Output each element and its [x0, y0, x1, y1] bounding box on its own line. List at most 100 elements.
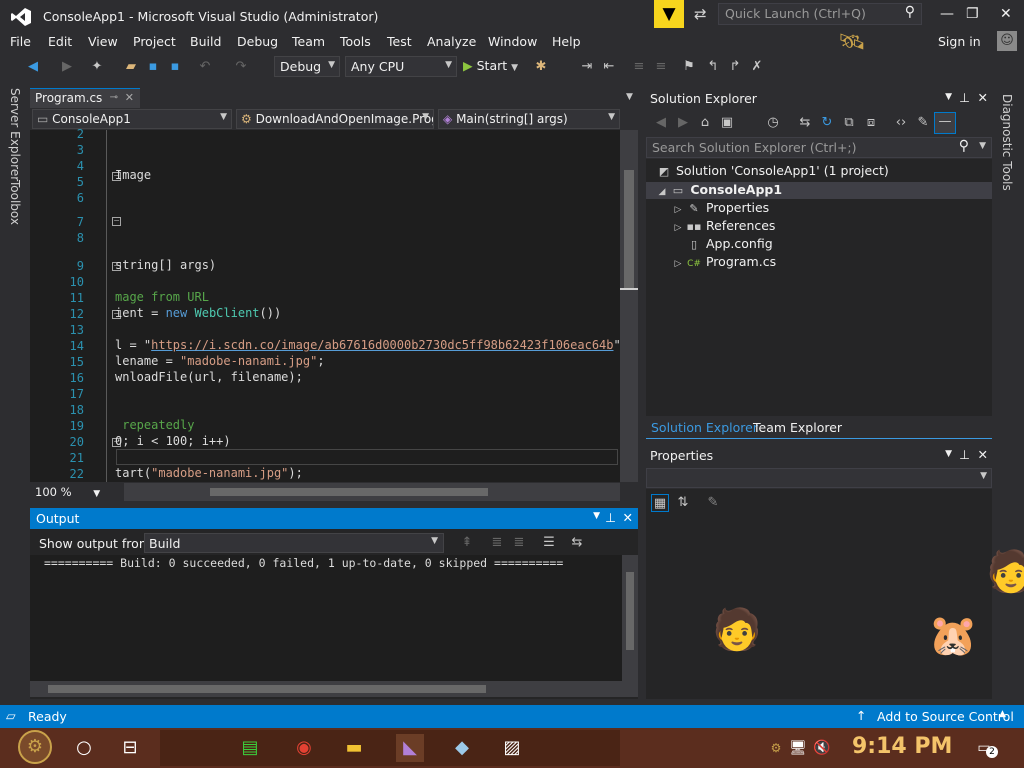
pin-icon[interactable]: ⊥	[605, 510, 616, 525]
output-source-select[interactable]: Build ▼	[144, 533, 444, 553]
pending-changes-icon[interactable]: ◷	[764, 114, 782, 132]
show-all-files-icon[interactable]: ⧈	[862, 114, 880, 132]
menu-window[interactable]: Window	[488, 34, 537, 49]
next-bookmark-icon[interactable]: ↱	[726, 58, 744, 76]
pin-icon[interactable]: ⊸	[110, 92, 118, 103]
project-nav-select[interactable]: ▭ ConsoleApp1 ▼	[32, 109, 232, 129]
menu-build[interactable]: Build	[190, 34, 221, 49]
menu-analyze[interactable]: Analyze	[427, 34, 476, 49]
output-hscroll-thumb[interactable]	[48, 685, 486, 693]
menu-team[interactable]: Team	[292, 34, 325, 49]
solution-platform-select[interactable]: Any CPU ▼	[345, 56, 457, 77]
sync-icon[interactable]: ⇆	[796, 114, 814, 132]
solution-configuration-select[interactable]: Debug ▼	[274, 56, 340, 77]
close-icon[interactable]: ✕	[978, 90, 988, 105]
collapse-all-icon[interactable]: ⧉	[840, 114, 858, 132]
uncomment-icon[interactable]: ≡	[652, 58, 670, 76]
property-pages-icon[interactable]: ✎	[704, 494, 722, 512]
code-url-link[interactable]: https://i.scdn.co/image/ab67616d0000b273…	[151, 338, 613, 352]
visual-studio-taskbar-icon[interactable]: ◣	[396, 734, 424, 762]
menu-project[interactable]: Project	[133, 34, 176, 49]
chevron-down-icon[interactable]: ▼	[593, 511, 600, 521]
zoom-level-select[interactable]: 100 % ▼	[30, 483, 122, 501]
close-button[interactable]: ✕	[1000, 6, 1012, 22]
refresh-icon[interactable]: ↻	[818, 114, 836, 132]
find-message-icon[interactable]: ⇞	[458, 534, 476, 552]
menu-debug[interactable]: Debug	[237, 34, 278, 49]
photos-icon[interactable]: ▨	[498, 734, 526, 762]
tree-solution[interactable]: ◩ Solution 'ConsoleApp1' (1 project)	[656, 163, 889, 178]
clock-time[interactable]: 9:14 PM	[852, 734, 952, 759]
feedback-icon[interactable]: ⇄	[694, 5, 707, 23]
tree-item-references[interactable]: ▷ ▪▪ References	[670, 218, 776, 233]
minimize-button[interactable]: —	[940, 6, 954, 22]
editor-scroll-thumb[interactable]	[624, 170, 634, 290]
member-nav-select[interactable]: ◈ Main(string[] args) ▼	[438, 109, 620, 129]
new-project-icon[interactable]: ✦	[88, 58, 106, 76]
save-icon[interactable]: ▪	[144, 58, 162, 76]
prev-message-icon[interactable]: ≣	[488, 534, 506, 552]
home-icon[interactable]: ⌂	[696, 114, 714, 132]
start-button[interactable]: ▶ Start ▼	[463, 58, 518, 73]
comment-icon[interactable]: ≡	[630, 58, 648, 76]
volume-muted-icon[interactable]: 🔇	[808, 734, 836, 762]
output-text-area[interactable]	[30, 555, 622, 681]
sketchup-icon[interactable]: ◆	[448, 734, 476, 762]
add-to-source-control[interactable]: Add to Source Control	[877, 709, 1014, 724]
application-insights-icon[interactable]: ✱	[532, 58, 550, 76]
pin-icon[interactable]: ⊥	[959, 447, 970, 462]
start-icon[interactable]: ⚙	[18, 730, 52, 764]
step-over-icon[interactable]: ⇥	[578, 58, 596, 76]
search-circle-icon[interactable]: ○	[70, 734, 98, 762]
save-all-icon[interactable]: ▪	[166, 58, 184, 76]
task-view-icon[interactable]: ⊟	[116, 734, 144, 762]
tree-item-app-config[interactable]: ▯ App.config	[686, 236, 773, 251]
tree-item-program-cs[interactable]: ▷ C# Program.cs	[670, 254, 777, 269]
notes-app-icon[interactable]: ▤	[236, 734, 264, 762]
close-icon[interactable]: ✕	[978, 447, 988, 462]
menu-help[interactable]: Help	[552, 34, 581, 49]
prev-bookmark-icon[interactable]: ↰	[704, 58, 722, 76]
chrome-icon[interactable]: ◉	[290, 734, 318, 762]
close-tab-icon[interactable]: ✕	[125, 91, 134, 104]
chevron-down-icon[interactable]: ▼	[945, 92, 952, 102]
menu-view[interactable]: View	[88, 34, 118, 49]
pin-icon[interactable]: ⊥	[959, 90, 970, 105]
undo-icon[interactable]: ↶	[196, 58, 214, 76]
server-explorer-tab[interactable]: Server Explorer	[8, 88, 22, 181]
toolbox-tab[interactable]: Toolbox	[8, 180, 22, 225]
navigate-back-icon[interactable]: ◀	[24, 58, 42, 76]
account-avatar-icon[interactable]: ☺	[997, 31, 1017, 51]
chevron-down-icon[interactable]: ▼	[945, 449, 952, 459]
redo-icon[interactable]: ↷	[232, 58, 250, 76]
preview-selected-icon[interactable]: —	[934, 112, 956, 134]
quick-launch-input[interactable]: Quick Launch (Ctrl+Q) ⚲	[718, 3, 922, 25]
menu-tools[interactable]: Tools	[340, 34, 371, 49]
navigate-forward-icon[interactable]: ▶	[58, 58, 76, 76]
word-wrap-icon[interactable]: ⇆	[568, 534, 586, 552]
close-icon[interactable]: ✕	[623, 510, 633, 525]
next-message-icon[interactable]: ≣	[510, 534, 528, 552]
menu-file[interactable]: File	[10, 34, 31, 49]
file-explorer-icon[interactable]: ▬	[340, 734, 368, 762]
type-nav-select[interactable]: ⚙ DownloadAndOpenImage.Prog ▼	[236, 109, 434, 129]
tab-program-cs[interactable]: Program.cs ⊸ ✕	[30, 88, 140, 108]
menu-edit[interactable]: Edit	[48, 34, 72, 49]
sign-in-link[interactable]: Sign in	[938, 34, 981, 49]
menu-test[interactable]: Test	[387, 34, 412, 49]
view-code-icon[interactable]: ‹›	[892, 114, 910, 132]
categorized-icon[interactable]: ▦	[651, 494, 669, 512]
diagnostic-tools-tab[interactable]: Diagnostic Tools	[1000, 94, 1014, 191]
tab-team-explorer[interactable]: Team Explorer	[753, 420, 842, 435]
tree-item-properties[interactable]: ▷ ✎ Properties	[670, 200, 770, 215]
notification-filter-icon[interactable]: ▼	[654, 0, 684, 28]
back-icon[interactable]: ◀	[652, 114, 670, 132]
open-file-icon[interactable]: ▰	[122, 58, 140, 76]
solution-explorer-search[interactable]: Search Solution Explorer (Ctrl+;) ⚲ ▼	[646, 137, 992, 158]
alphabetical-icon[interactable]: ⇅	[674, 494, 692, 512]
forward-icon[interactable]: ▶	[674, 114, 692, 132]
tree-project[interactable]: ◢ ▭ ConsoleApp1	[654, 182, 783, 197]
tab-overflow-icon[interactable]: ▼	[626, 92, 633, 102]
clear-bookmarks-icon[interactable]: ✗	[748, 58, 766, 76]
tab-solution-explorer[interactable]: Solution Explorer	[651, 420, 758, 435]
